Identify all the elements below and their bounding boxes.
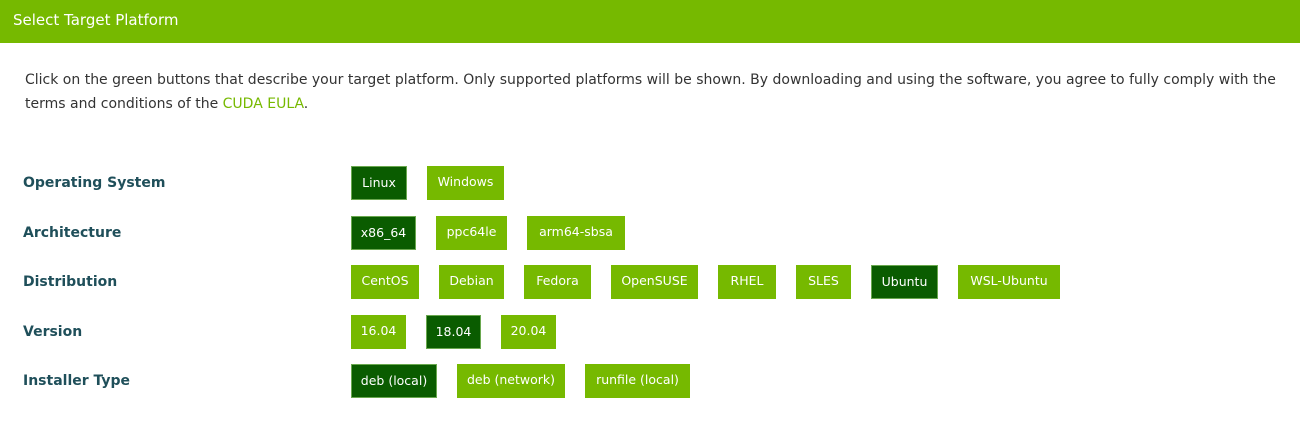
row-label-distribution: Distribution	[23, 274, 118, 290]
row-label-installer-type: Installer Type	[23, 373, 131, 389]
distro-button-wsl-ubuntu[interactable]: WSL-Ubuntu	[958, 265, 1060, 299]
installer-button-runfile-local[interactable]: runfile (local)	[585, 364, 690, 398]
os-button-linux[interactable]: Linux	[351, 166, 407, 200]
row-label-operating-system: Operating System	[23, 175, 166, 191]
installer-button-deb-network[interactable]: deb (network)	[457, 364, 565, 398]
installer-button-deb-local[interactable]: deb (local)	[351, 364, 437, 398]
row-installer-type: Installer Type deb (local) deb (network)…	[0, 364, 1300, 398]
distro-button-ubuntu[interactable]: Ubuntu	[871, 265, 938, 299]
version-button-18-04[interactable]: 18.04	[426, 315, 481, 349]
arch-button-arm64-sbsa[interactable]: arm64-sbsa	[527, 216, 625, 250]
distro-button-sles[interactable]: SLES	[796, 265, 851, 299]
version-button-20-04[interactable]: 20.04	[501, 315, 556, 349]
distro-button-rhel[interactable]: RHEL	[718, 265, 776, 299]
distro-button-opensuse[interactable]: OpenSUSE	[611, 265, 698, 299]
distro-button-centos[interactable]: CentOS	[351, 265, 419, 299]
intro-text-body: Click on the green buttons that describe…	[25, 72, 1276, 112]
intro-text-end: .	[303, 96, 309, 112]
arch-button-ppc64le[interactable]: ppc64le	[436, 216, 507, 250]
row-label-architecture: Architecture	[23, 225, 122, 241]
distro-button-fedora[interactable]: Fedora	[524, 265, 591, 299]
row-operating-system: Operating System Linux Windows	[0, 166, 1300, 200]
os-button-windows[interactable]: Windows	[427, 166, 504, 200]
version-button-16-04[interactable]: 16.04	[351, 315, 406, 349]
row-version: Version 16.04 18.04 20.04	[0, 315, 1300, 349]
intro-text: Click on the green buttons that describe…	[25, 68, 1290, 116]
cuda-eula-link[interactable]: CUDA EULA	[223, 96, 304, 112]
arch-button-x86-64[interactable]: x86_64	[351, 216, 416, 250]
row-label-version: Version	[23, 324, 83, 340]
header-bar: Select Target Platform	[0, 0, 1300, 43]
row-architecture: Architecture x86_64 ppc64le arm64-sbsa	[0, 216, 1300, 250]
distro-button-debian[interactable]: Debian	[439, 265, 504, 299]
page-title: Select Target Platform	[13, 11, 179, 29]
row-distribution: Distribution CentOS Debian Fedora OpenSU…	[0, 265, 1300, 299]
